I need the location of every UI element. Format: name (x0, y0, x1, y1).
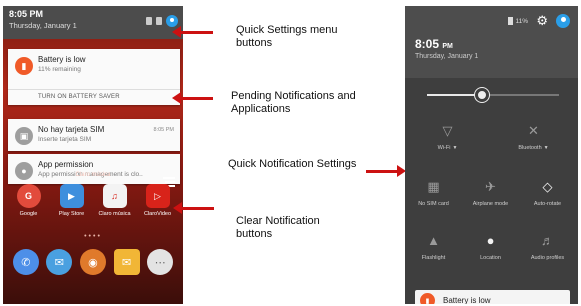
battery-alert-icon: ▮ (15, 57, 33, 75)
battery-notification[interactable]: ▮ Battery is low 11% remaining TURN ON B… (8, 49, 180, 105)
app-label: ClaroVideo (143, 211, 172, 217)
brightness-fill (427, 94, 483, 96)
app-google[interactable]: G Google (9, 184, 49, 217)
app-label: Play Store (58, 211, 85, 217)
label-quick-notification: Quick Notification Settings (228, 158, 357, 170)
notification-title: Battery is low (38, 55, 86, 64)
battery-small-icon (156, 17, 162, 25)
audio-profiles-icon: ♬ (541, 233, 554, 248)
tile-label: No SIM card (418, 201, 449, 207)
phone-icon[interactable]: ✆ (12, 249, 39, 275)
tile-label: Wi-Fi (437, 145, 451, 151)
gear-icon[interactable]: ⚙ (536, 13, 548, 29)
tile-label: Audio profiles (530, 255, 565, 261)
label-pending: Pending Notifications and Applications (231, 90, 356, 115)
tile-bluetooth[interactable]: ✕ Bluetooth ▼ (505, 122, 562, 151)
quick-settings-header: 11% ⚙ 8:05 PM Thursday, January 1 (405, 6, 578, 78)
app-play-store[interactable]: ▶ Play Store (52, 184, 92, 217)
bluetooth-off-icon: ✕ (528, 123, 539, 138)
battery-saver-button[interactable]: TURN ON BATTERY SAVER (8, 89, 180, 105)
messaging-icon[interactable]: ✉ (46, 249, 73, 275)
arrow-quick-notification (366, 165, 406, 177)
flashlight-icon: ▲ (427, 233, 440, 248)
brightness-thumb[interactable] (475, 88, 490, 102)
battery-icon (508, 17, 514, 25)
airplane-icon: ✈ (485, 179, 496, 194)
no-sim-icon: ▦ (427, 179, 440, 194)
arrow-pending (172, 92, 213, 104)
sim-icon: ▣ (15, 127, 33, 145)
tile-flashlight[interactable]: ▲ Flashlight (405, 232, 462, 261)
home-app-row: G Google ▶ Play Store ♫ Claro música ▷ C… (3, 184, 183, 217)
carrier-label: Claro música (75, 172, 111, 178)
tile-airplane[interactable]: ✈ Airplane mode (462, 178, 519, 207)
notification-subtitle: 11% remaining (38, 66, 81, 73)
email-icon[interactable]: ✉ (113, 249, 140, 275)
app-label: Claro música (98, 211, 131, 217)
notification-title: Battery is low (443, 296, 491, 304)
tile-location[interactable]: ● Location (462, 232, 519, 261)
tile-label: Flashlight (421, 255, 446, 261)
user-icon[interactable] (556, 14, 570, 28)
label-quick-settings: Quick Settings menu buttons (236, 24, 338, 49)
claro-musica-icon: ♫ (102, 184, 127, 208)
right-phone-screen: 11% ⚙ 8:05 PM Thursday, January 1 ▽ Wi-F… (405, 6, 578, 304)
dock: ✆ ✉ ◉ ✉ ⋯ (3, 249, 183, 275)
notification-time: 8:05 PM (153, 127, 174, 133)
google-icon: G (16, 184, 41, 208)
battery-alert-icon: ▮ (420, 293, 435, 304)
tile-label: Auto-rotate (533, 201, 562, 207)
battery-notification-peek[interactable]: ▮ Battery is low (415, 290, 570, 304)
battery-percent: 11% (515, 17, 528, 25)
app-label: Google (19, 211, 38, 217)
wifi-off-icon: ▽ (442, 123, 453, 138)
arrow-quick-settings (172, 26, 213, 38)
sim-notification[interactable]: ▣ No hay tarjeta SIM Inserte tarjeta SIM… (8, 119, 180, 151)
brightness-slider[interactable] (427, 88, 559, 102)
app-permission-notification[interactable]: ● App permission App permission manageme… (8, 154, 180, 184)
page-indicator: •••• (84, 233, 102, 240)
auto-rotate-icon: ◇ (542, 179, 553, 194)
play-store-icon: ▶ (59, 184, 84, 208)
tile-label: Bluetooth (518, 145, 542, 151)
qs-date: Thursday, January 1 (415, 53, 479, 60)
location-icon: ● (486, 233, 495, 248)
label-clear: Clear Notification buttons (236, 215, 320, 240)
settings-small-icon[interactable] (146, 17, 152, 25)
tile-label: Location (480, 255, 501, 261)
tile-audio-profiles[interactable]: ♬ Audio profiles (519, 232, 576, 261)
battery-indicator: 11% (508, 17, 528, 25)
left-phone-screen: 8:05 PM Thursday, January 1 ▮ Battery is… (3, 6, 183, 304)
chevron-down-icon: ▼ (543, 145, 549, 151)
tile-label: Airplane mode (472, 201, 509, 207)
status-bar[interactable]: 8:05 PM Thursday, January 1 (3, 6, 183, 39)
qs-time: 8:05 PM (415, 37, 453, 51)
tile-wifi[interactable]: ▽ Wi-Fi ▼ (419, 122, 476, 151)
tile-auto-rotate[interactable]: ◇ Auto-rotate (519, 178, 576, 207)
app-drawer-icon[interactable]: ⋯ (147, 249, 174, 275)
notification-title: App permission (38, 160, 94, 169)
chevron-down-icon: ▼ (452, 145, 458, 151)
app-claro-video[interactable]: ▷ ClaroVideo (138, 184, 178, 217)
notification-subtitle: Inserte tarjeta SIM (38, 136, 92, 143)
claro-video-icon: ▷ (145, 184, 170, 208)
app-claro-musica[interactable]: ♫ Claro música (95, 184, 135, 217)
tile-no-sim[interactable]: ▦ No SIM card (405, 178, 462, 207)
browser-icon[interactable]: ◉ (79, 249, 106, 275)
arrow-clear (173, 202, 214, 214)
